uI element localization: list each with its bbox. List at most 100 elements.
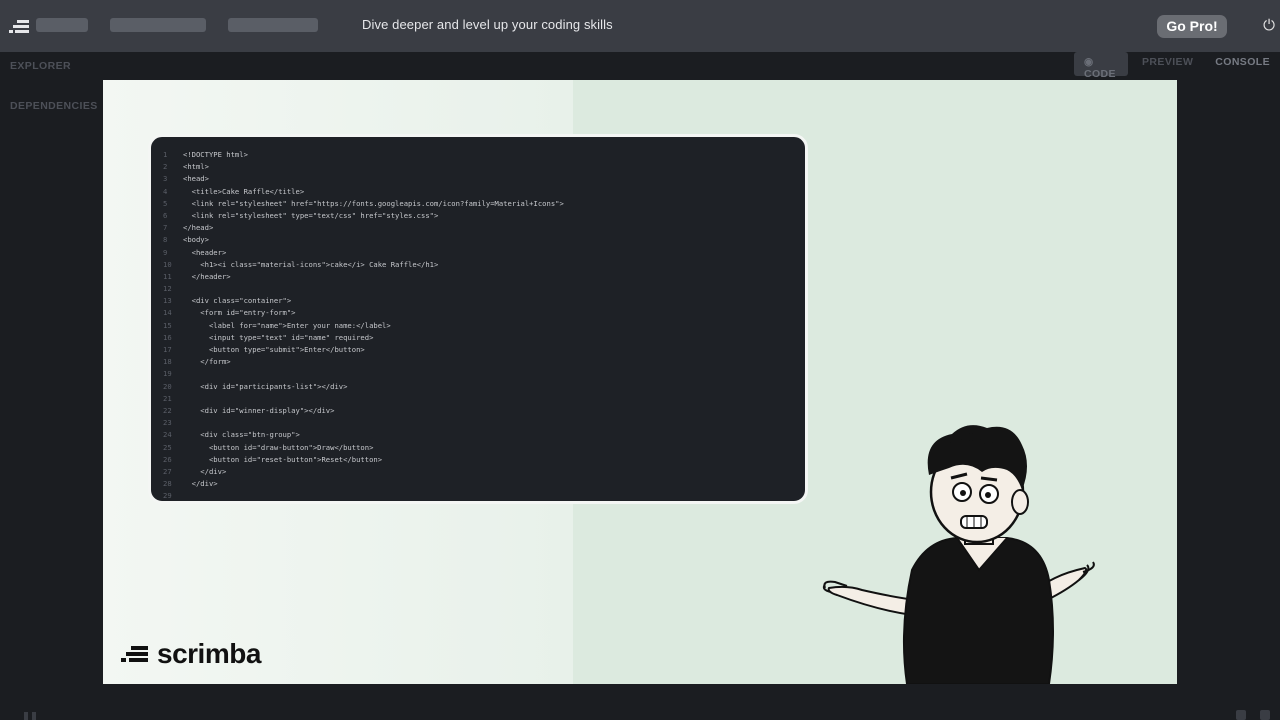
fullscreen-icon[interactable] xyxy=(1260,710,1270,720)
line-number: 9 xyxy=(163,247,168,257)
line-number: 2 xyxy=(163,162,168,172)
code-text: <head> xyxy=(183,174,209,184)
code-text: <input type="text" id="name" required> xyxy=(183,332,374,342)
line-number: 18 xyxy=(163,357,172,367)
code-text: <button id="reset-button">Reset</button> xyxy=(183,454,383,464)
line-number: 23 xyxy=(163,418,172,428)
line-number: 12 xyxy=(163,284,172,294)
shrugging-person-illustration xyxy=(822,425,1095,684)
code-line: 26 <button id="reset-button">Reset</butt… xyxy=(163,454,805,466)
code-line: 21 xyxy=(163,393,805,405)
view-tabs: ◉ CODE PREVIEW CONSOLE xyxy=(1074,52,1280,80)
tab-preview[interactable]: PREVIEW xyxy=(1128,52,1203,76)
code-text: <button id="draw-button">Draw</button> xyxy=(183,442,374,452)
code-text: <h1><i class="material-icons">cake</i> C… xyxy=(183,259,439,269)
settings-icon[interactable] xyxy=(1236,710,1246,720)
line-number: 26 xyxy=(163,454,172,464)
code-line: 17 <button type="submit">Enter</button> xyxy=(163,344,805,356)
breadcrumb-item-blurred[interactable] xyxy=(36,18,88,32)
line-number: 5 xyxy=(163,198,168,208)
line-number: 22 xyxy=(163,405,172,415)
code-editor-slide: 1 <!DOCTYPE html> 2 <html> 3 <head> 4 <title>C… xyxy=(148,134,808,504)
code-line: 19 xyxy=(163,368,805,380)
line-number: 25 xyxy=(163,442,172,452)
line-number: 17 xyxy=(163,345,172,354)
line-number: 20 xyxy=(163,381,172,391)
code-text: <title>Cake Raffle</title> xyxy=(183,186,305,196)
code-line: 6 <link rel="stylesheet" type="text/css"… xyxy=(163,210,805,222)
video-stage[interactable]: 1 <!DOCTYPE html> 2 <html> 3 <head> 4 <title>C… xyxy=(103,80,1177,684)
code-text: <div class="btn-group"> xyxy=(183,430,300,440)
code-text: <button type="submit">Enter</button> xyxy=(183,345,365,354)
line-number: 19 xyxy=(163,369,172,379)
code-line: 7 </head> xyxy=(163,222,805,234)
code-line: 28 </div> xyxy=(163,478,805,490)
code-line: 3 <head> xyxy=(163,173,805,185)
code-text: </div> xyxy=(183,479,218,489)
code-text: </form> xyxy=(183,357,231,367)
line-number: 29 xyxy=(163,491,172,501)
code-line: 1 <!DOCTYPE html> xyxy=(163,149,805,161)
code-text: <div id="winner-display"></div> xyxy=(183,405,335,415)
pause-icon[interactable] xyxy=(22,712,38,720)
line-number: 16 xyxy=(163,332,172,342)
code-icon: ◉ xyxy=(1084,56,1094,68)
top-bar: Dive deeper and level up your coding ski… xyxy=(0,0,1280,52)
code-line: 25 <button id="draw-button">Draw</button… xyxy=(163,442,805,454)
go-pro-button[interactable]: Go Pro! xyxy=(1157,15,1227,38)
line-number: 15 xyxy=(163,320,172,330)
code-text: </div> xyxy=(183,466,227,476)
code-line: 24 <div class="btn-group"> xyxy=(163,429,805,441)
code-line: 27 </div> xyxy=(163,466,805,478)
code-text: <div class="container"> xyxy=(183,296,292,306)
line-number: 1 xyxy=(163,150,168,159)
code-line: 2 <html> xyxy=(163,161,805,173)
code-line: 12 xyxy=(163,283,805,295)
code-line: 13 <div class="container"> xyxy=(163,295,805,307)
code-line: 10 <h1><i class="material-icons">cake</i… xyxy=(163,259,805,271)
code-text: <link rel="stylesheet" href="https://fon… xyxy=(183,198,564,208)
line-number: 10 xyxy=(163,259,172,269)
code-text: <header> xyxy=(183,247,227,257)
line-number: 8 xyxy=(163,235,168,245)
breadcrumb xyxy=(36,18,318,32)
scrimba-logo-icon[interactable] xyxy=(9,18,31,34)
scrimba-wordmark: scrimba xyxy=(157,638,261,669)
code-text: </header> xyxy=(183,271,231,281)
scrimba-logo: scrimba xyxy=(121,640,261,668)
code-line: 18 </form> xyxy=(163,356,805,368)
breadcrumb-item-blurred[interactable] xyxy=(110,18,206,32)
code-line: 14 <form id="entry-form"> xyxy=(163,307,805,319)
line-number: 21 xyxy=(163,393,172,403)
tab-code-label: CODE xyxy=(1084,68,1116,80)
line-number: 6 xyxy=(163,210,168,220)
line-number: 24 xyxy=(163,430,172,440)
sidebar-item-explorer[interactable]: EXPLORER xyxy=(10,60,71,72)
code-text: <div id="participants-list"></div> xyxy=(183,381,348,391)
code-line: 20 <div id="participants-list"></div> xyxy=(163,381,805,393)
sidebar-item-dependencies[interactable]: DEPENDENCIES xyxy=(10,100,98,112)
sidebar: EXPLORER DEPENDENCIES xyxy=(0,52,103,720)
bottom-bar xyxy=(0,684,1280,720)
code-line: 9 <header> xyxy=(163,247,805,259)
course-title: Dive deeper and level up your coding ski… xyxy=(362,17,613,32)
code-text: <!DOCTYPE html> xyxy=(183,150,248,159)
player-controls xyxy=(1236,710,1270,720)
code-text: <link rel="stylesheet" type="text/css" h… xyxy=(183,210,439,220)
code-line: 23 xyxy=(163,417,805,429)
code-text: <html> xyxy=(183,162,209,172)
line-number: 3 xyxy=(163,174,168,184)
line-number: 27 xyxy=(163,466,172,476)
code-line: 4 <title>Cake Raffle</title> xyxy=(163,186,805,198)
tab-code[interactable]: ◉ CODE xyxy=(1074,52,1129,80)
code-line: 29 xyxy=(163,490,805,502)
code-line: 5 <link rel="stylesheet" href="https://f… xyxy=(163,198,805,210)
breadcrumb-item-blurred[interactable] xyxy=(228,18,318,32)
code-text: <body> xyxy=(183,235,209,245)
code-line: 16 <input type="text" id="name" required… xyxy=(163,332,805,344)
line-number: 11 xyxy=(163,271,172,281)
power-icon[interactable]: ⏻ xyxy=(1259,16,1279,36)
code-line: 11 </header> xyxy=(163,271,805,283)
tab-console[interactable]: CONSOLE xyxy=(1203,52,1280,76)
line-number: 13 xyxy=(163,296,172,306)
